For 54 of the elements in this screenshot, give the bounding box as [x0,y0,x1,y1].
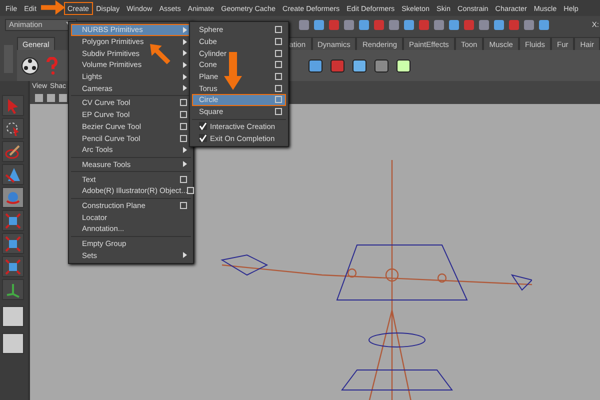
tool-button[interactable] [2,210,24,231]
pointer-arrow [41,0,65,15]
toolbar-icon[interactable] [433,18,445,30]
option-box-icon[interactable] [275,50,282,57]
check-icon[interactable] [199,134,207,142]
option-box-icon[interactable] [275,84,282,92]
option-box-icon[interactable] [275,38,282,46]
toolbar-icon[interactable] [493,18,505,30]
toolbar-icon[interactable] [403,18,415,30]
submenu-arrow-icon [183,146,187,153]
option-box-icon[interactable] [180,99,187,106]
sphere-icon [5,190,21,206]
cube-icon [5,236,21,252]
option-box-icon[interactable] [187,187,194,194]
tool-button[interactable] [2,279,24,300]
toolbar-icon[interactable] [358,18,370,30]
cube-icon [5,258,21,274]
option-box-icon[interactable] [180,111,187,118]
tool-button[interactable] [2,233,24,254]
toolbar-icon[interactable] [478,18,490,30]
tool-button[interactable] [2,164,24,185]
option-box-icon[interactable] [275,73,282,80]
submenu-arrow-icon [183,161,187,168]
axis-icon [5,282,21,298]
tool-button[interactable] [2,118,24,139]
option-box-icon[interactable] [180,122,187,130]
check-icon[interactable] [199,122,207,130]
option-box-icon[interactable] [275,26,282,34]
cone-icon [5,166,21,182]
brush-icon [5,144,21,160]
option-box-icon[interactable] [275,108,282,116]
option-box-icon[interactable] [180,202,187,209]
option-box-icon[interactable] [180,134,187,142]
tool-button[interactable] [2,256,24,277]
toolbar-icon[interactable] [388,18,400,30]
film-reel-icon[interactable] [20,56,41,74]
option-box-icon[interactable] [275,61,282,68]
lasso-icon [5,120,21,136]
shelf-icon[interactable] [394,56,413,74]
toolbar-icon[interactable] [298,18,310,30]
pointer-arrow [150,44,172,66]
shelf-icon[interactable] [306,56,325,74]
tool-button[interactable] [2,95,24,116]
toolbar-icon[interactable] [343,18,355,30]
toolbar-icon[interactable] [448,18,460,30]
shelf-icon[interactable] [350,56,369,74]
toolbar-icon[interactable] [538,18,550,30]
toolbar-icon[interactable] [313,18,325,30]
toolbar-icon[interactable] [523,18,535,30]
submenu-arrow-icon [183,252,187,258]
option-box-icon[interactable] [180,176,187,183]
tool-button[interactable] [2,141,24,162]
cube-icon [5,212,21,228]
tool-button[interactable] [2,187,24,208]
